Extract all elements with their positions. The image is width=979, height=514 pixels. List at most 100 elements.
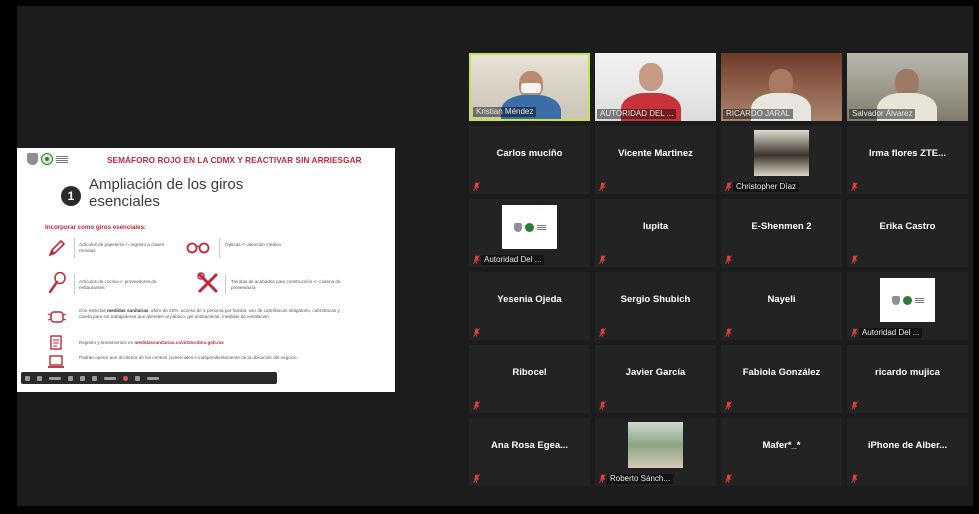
sanitary-measures-paragraph: Con estrictas medidas sanitarias: aforo … (79, 308, 340, 319)
participant-tile[interactable]: Erika Castro (847, 199, 968, 267)
participant-name: iPhone de Alber... (867, 440, 948, 451)
mask-icon (47, 311, 67, 323)
toolbar-button[interactable] (147, 376, 159, 380)
muted-mic-icon (599, 255, 606, 264)
slide-subheading: Incorporar como giros esenciales: (45, 224, 147, 231)
participant-tile[interactable]: Nayeli (721, 272, 842, 340)
muted-mic-icon (599, 474, 606, 483)
glasses-icon (186, 242, 210, 254)
participant-tile[interactable]: Salvador Álvarez (847, 53, 968, 121)
muted-mic-icon (725, 255, 732, 264)
whisk-icon (48, 272, 66, 294)
section-title: Ampliación de los giros esenciales (89, 176, 244, 210)
participant-name: Sergio Shubich (620, 294, 691, 305)
participant-tile[interactable]: iPhone de Alber... (847, 418, 968, 486)
muted-mic-icon (473, 182, 480, 191)
toolbar-button[interactable] (80, 375, 85, 381)
profile-photo (754, 130, 809, 176)
slide-title: SEMÁFORO ROJO EN LA CDMX Y REACTIVAR SIN… (107, 156, 362, 165)
participant-tile[interactable]: RICARDO JARAL (721, 53, 842, 121)
laptop-icon (48, 355, 64, 368)
participant-name: Nayeli (767, 294, 796, 305)
shared-screen-slide: SEMÁFORO ROJO EN LA CDMX Y REACTIVAR SIN… (17, 148, 395, 392)
toolbar-button[interactable] (25, 375, 30, 381)
participant-tile[interactable]: Irma flores ZTE... (847, 126, 968, 194)
meeting-window: SEMÁFORO ROJO EN LA CDMX Y REACTIVAR SIN… (0, 0, 979, 514)
participant-tile[interactable]: Vicente Martinez (595, 126, 716, 194)
operations-paragraph: Podrán operar aun al interior de los cen… (79, 355, 298, 360)
cdmx-logo (27, 153, 69, 165)
muted-mic-icon (851, 401, 858, 410)
muted-mic-icon (851, 182, 858, 191)
muted-mic-icon (725, 328, 732, 337)
participant-name-label: Roberto Sánch... (607, 474, 674, 484)
muted-mic-icon (851, 474, 858, 483)
slide-item-1: Artículos de papelería <- regreso a clas… (79, 242, 165, 253)
profile-photo (628, 422, 683, 468)
muted-mic-icon (599, 401, 606, 410)
slide-header: SEMÁFORO ROJO EN LA CDMX Y REACTIVAR SIN… (17, 148, 395, 170)
toolbar-button[interactable] (135, 375, 140, 381)
pencil-icon (48, 239, 66, 257)
participant-tile[interactable]: Ana Rosa Egea... (469, 418, 590, 486)
participant-name: Mafer*_* (762, 440, 801, 451)
participant-name-label: Autoridad Del ... (481, 255, 545, 265)
participant-tile[interactable]: Javier García (595, 345, 716, 413)
toolbar-button[interactable] (37, 375, 42, 381)
registration-link[interactable]: medidassanitarias.covid19.cdmx.gob.mx (134, 340, 223, 345)
muted-mic-icon (473, 474, 480, 483)
muted-mic-icon (851, 328, 858, 337)
muted-mic-icon (473, 401, 480, 410)
participant-tile[interactable]: Kristian Méndez (469, 53, 590, 121)
cdmx-logo (502, 205, 557, 249)
participant-tile[interactable]: Christopher Díaz (721, 126, 842, 194)
participant-tile[interactable]: lupita (595, 199, 716, 267)
muted-mic-icon (473, 255, 480, 264)
participant-tile[interactable]: AUTORIDAD DEL ... (595, 53, 716, 121)
tools-icon (197, 272, 218, 293)
presenter-toolbar[interactable] (21, 372, 277, 384)
participant-tile[interactable]: E-Shenmen 2 (721, 199, 842, 267)
participant-name: lupita (642, 221, 669, 232)
participant-tile[interactable]: Roberto Sánch... (595, 418, 716, 486)
participant-tile[interactable]: Carlos muciño (469, 126, 590, 194)
participant-name: Irma flores ZTE... (868, 148, 947, 159)
toolbar-button[interactable] (123, 375, 128, 381)
muted-mic-icon (851, 255, 858, 264)
muted-mic-icon (599, 328, 606, 337)
participant-name: Vicente Martinez (618, 148, 693, 159)
participant-name: Yesenia Ojeda (497, 294, 562, 305)
participant-name-label: RICARDO JARAL (723, 109, 794, 119)
muted-mic-icon (599, 182, 606, 191)
muted-mic-icon (725, 474, 732, 483)
cdmx-logo (880, 278, 935, 322)
section-number-badge: 1 (61, 186, 81, 206)
document-icon (50, 335, 62, 350)
participant-name: Ribocel (512, 367, 547, 378)
muted-mic-icon (725, 401, 732, 410)
toolbar-button[interactable] (104, 376, 116, 380)
toolbar-button[interactable] (92, 375, 97, 381)
participant-name: E-Shenmen 2 (751, 221, 812, 232)
participant-tile[interactable]: Autoridad Del ... (847, 272, 968, 340)
slide-item-3: Artículos de cocina <- proveedores de re… (79, 279, 157, 290)
participant-tile[interactable]: Autoridad Del ... (469, 199, 590, 267)
participant-tile[interactable]: Mafer*_* (721, 418, 842, 486)
participant-tile[interactable]: Ribocel (469, 345, 590, 413)
participant-name-label: Christopher Díaz (733, 182, 800, 192)
muted-mic-icon (725, 182, 732, 191)
toolbar-button[interactable] (68, 375, 73, 381)
participant-name: ricardo mujica (875, 367, 940, 378)
participant-tile[interactable]: Yesenia Ojeda (469, 272, 590, 340)
slide-item-4: Tiendas de acabados para construcción <-… (231, 279, 341, 290)
toolbar-button[interactable] (49, 376, 61, 380)
participant-name-label: Kristian Méndez (473, 107, 537, 117)
participant-tile[interactable]: ricardo mujica (847, 345, 968, 413)
participant-name-label: Salvador Álvarez (849, 109, 916, 119)
registration-paragraph: Registro y lineamientos en medidassanita… (79, 340, 224, 345)
participant-tile[interactable]: Sergio Shubich (595, 272, 716, 340)
participant-tile[interactable]: Fabiola González (721, 345, 842, 413)
participant-name-label: AUTORIDAD DEL ... (597, 109, 677, 119)
slide-item-2: Ópticas <- atención médica (225, 242, 281, 247)
participant-name: Carlos muciño (496, 148, 563, 159)
